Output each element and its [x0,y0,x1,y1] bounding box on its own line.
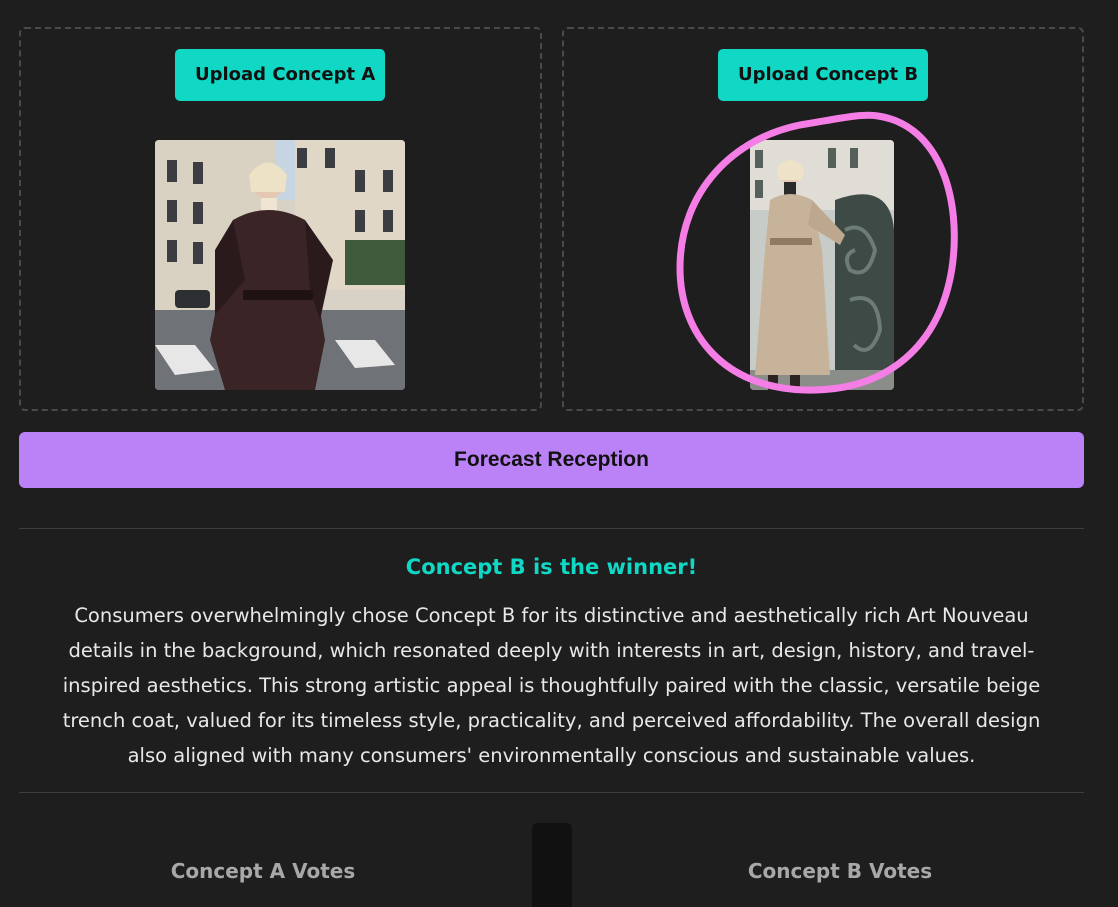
winner-title: Concept B is the winner! [405,555,698,579]
forecast-reception-button[interactable]: Forecast Reception [19,432,1084,488]
upload-concept-a-button[interactable]: Upload Concept A [175,49,385,101]
concept-a-panel: Upload Concept A [19,27,542,411]
vote-divider-bar [532,823,572,907]
concept-a-votes-title: Concept A Votes [170,859,356,883]
winner-summary-text: Consumers overwhelmingly chose Concept B… [62,604,1041,767]
concept-a-image [155,140,405,390]
concept-b-votes-title: Concept B Votes [747,859,933,883]
concept-b-panel: Upload Concept B [562,27,1084,411]
upload-concept-b-button[interactable]: Upload Concept B [718,49,928,101]
divider [19,792,1084,793]
divider [19,528,1084,529]
concept-b-image [750,140,894,390]
